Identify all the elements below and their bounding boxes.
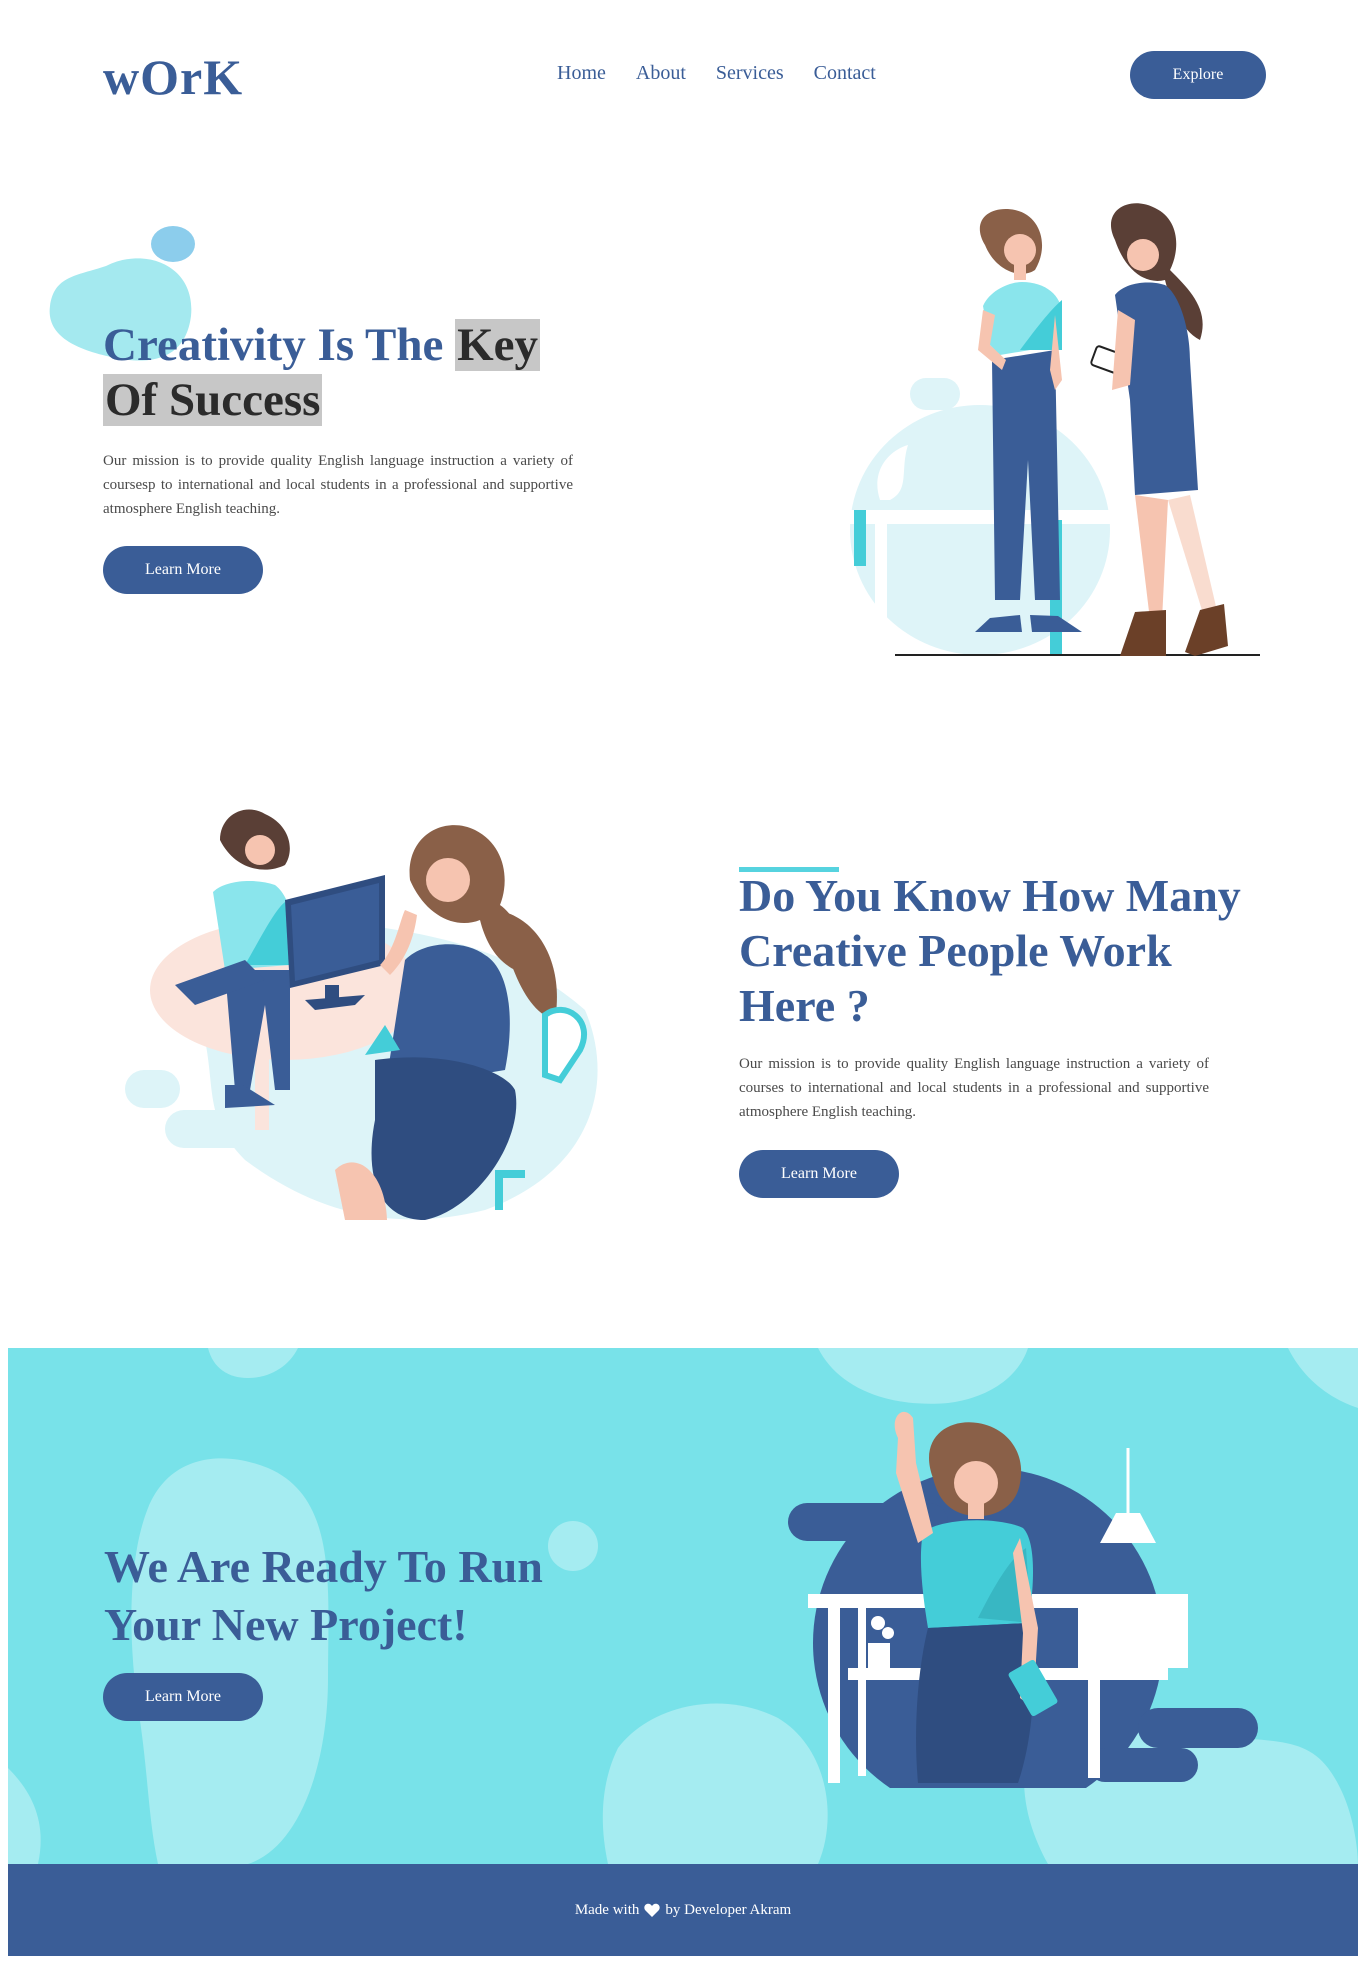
hero-paragraph: Our mission is to provide quality Englis… (103, 453, 573, 517)
nav-link-about[interactable]: About (636, 62, 686, 85)
nav-link-home[interactable]: Home (557, 62, 606, 85)
two-women-illustration (850, 203, 1260, 656)
section2-learn-more-button[interactable]: Learn More (739, 1150, 899, 1198)
cta-section: We Are Ready To Run Your New Project! Le… (8, 1348, 1358, 1864)
footer-prefix: Made with (574, 1901, 640, 1918)
section2-title: Do You Know How Many Creative People Wor… (739, 870, 1241, 1031)
heart-icon (644, 1903, 661, 1917)
hero-title-highlight: Key (455, 319, 540, 371)
nav-links: Home About Services Contact (557, 62, 876, 85)
nav-link-services[interactable]: Services (716, 62, 784, 85)
hero-title-text: Creativity Is The (103, 319, 456, 371)
footer: Made with by Developer Akram (8, 1864, 1358, 1956)
hero-learn-more-button[interactable]: Learn More (103, 546, 263, 594)
footer-suffix: by Developer Akram (665, 1901, 792, 1918)
logo[interactable]: wOrK (103, 48, 243, 106)
top-nav: wOrK Home About Services Contact Explore (0, 0, 1366, 150)
explore-button[interactable]: Explore (1130, 51, 1266, 99)
cta-learn-more-button[interactable]: Learn More (103, 1673, 263, 1721)
office-workers-illustration (125, 809, 598, 1220)
hero-title: Creativity Is The Key Of Success (103, 318, 623, 428)
cta-title: We Are Ready To Run Your New Project! (104, 1541, 543, 1650)
section2-paragraph: Our mission is to provide quality Englis… (739, 1056, 1209, 1120)
nav-link-contact[interactable]: Contact (814, 62, 876, 85)
waving-woman-illustration (788, 1411, 1258, 1788)
hero-title-highlight-2: Of Success (103, 374, 323, 426)
